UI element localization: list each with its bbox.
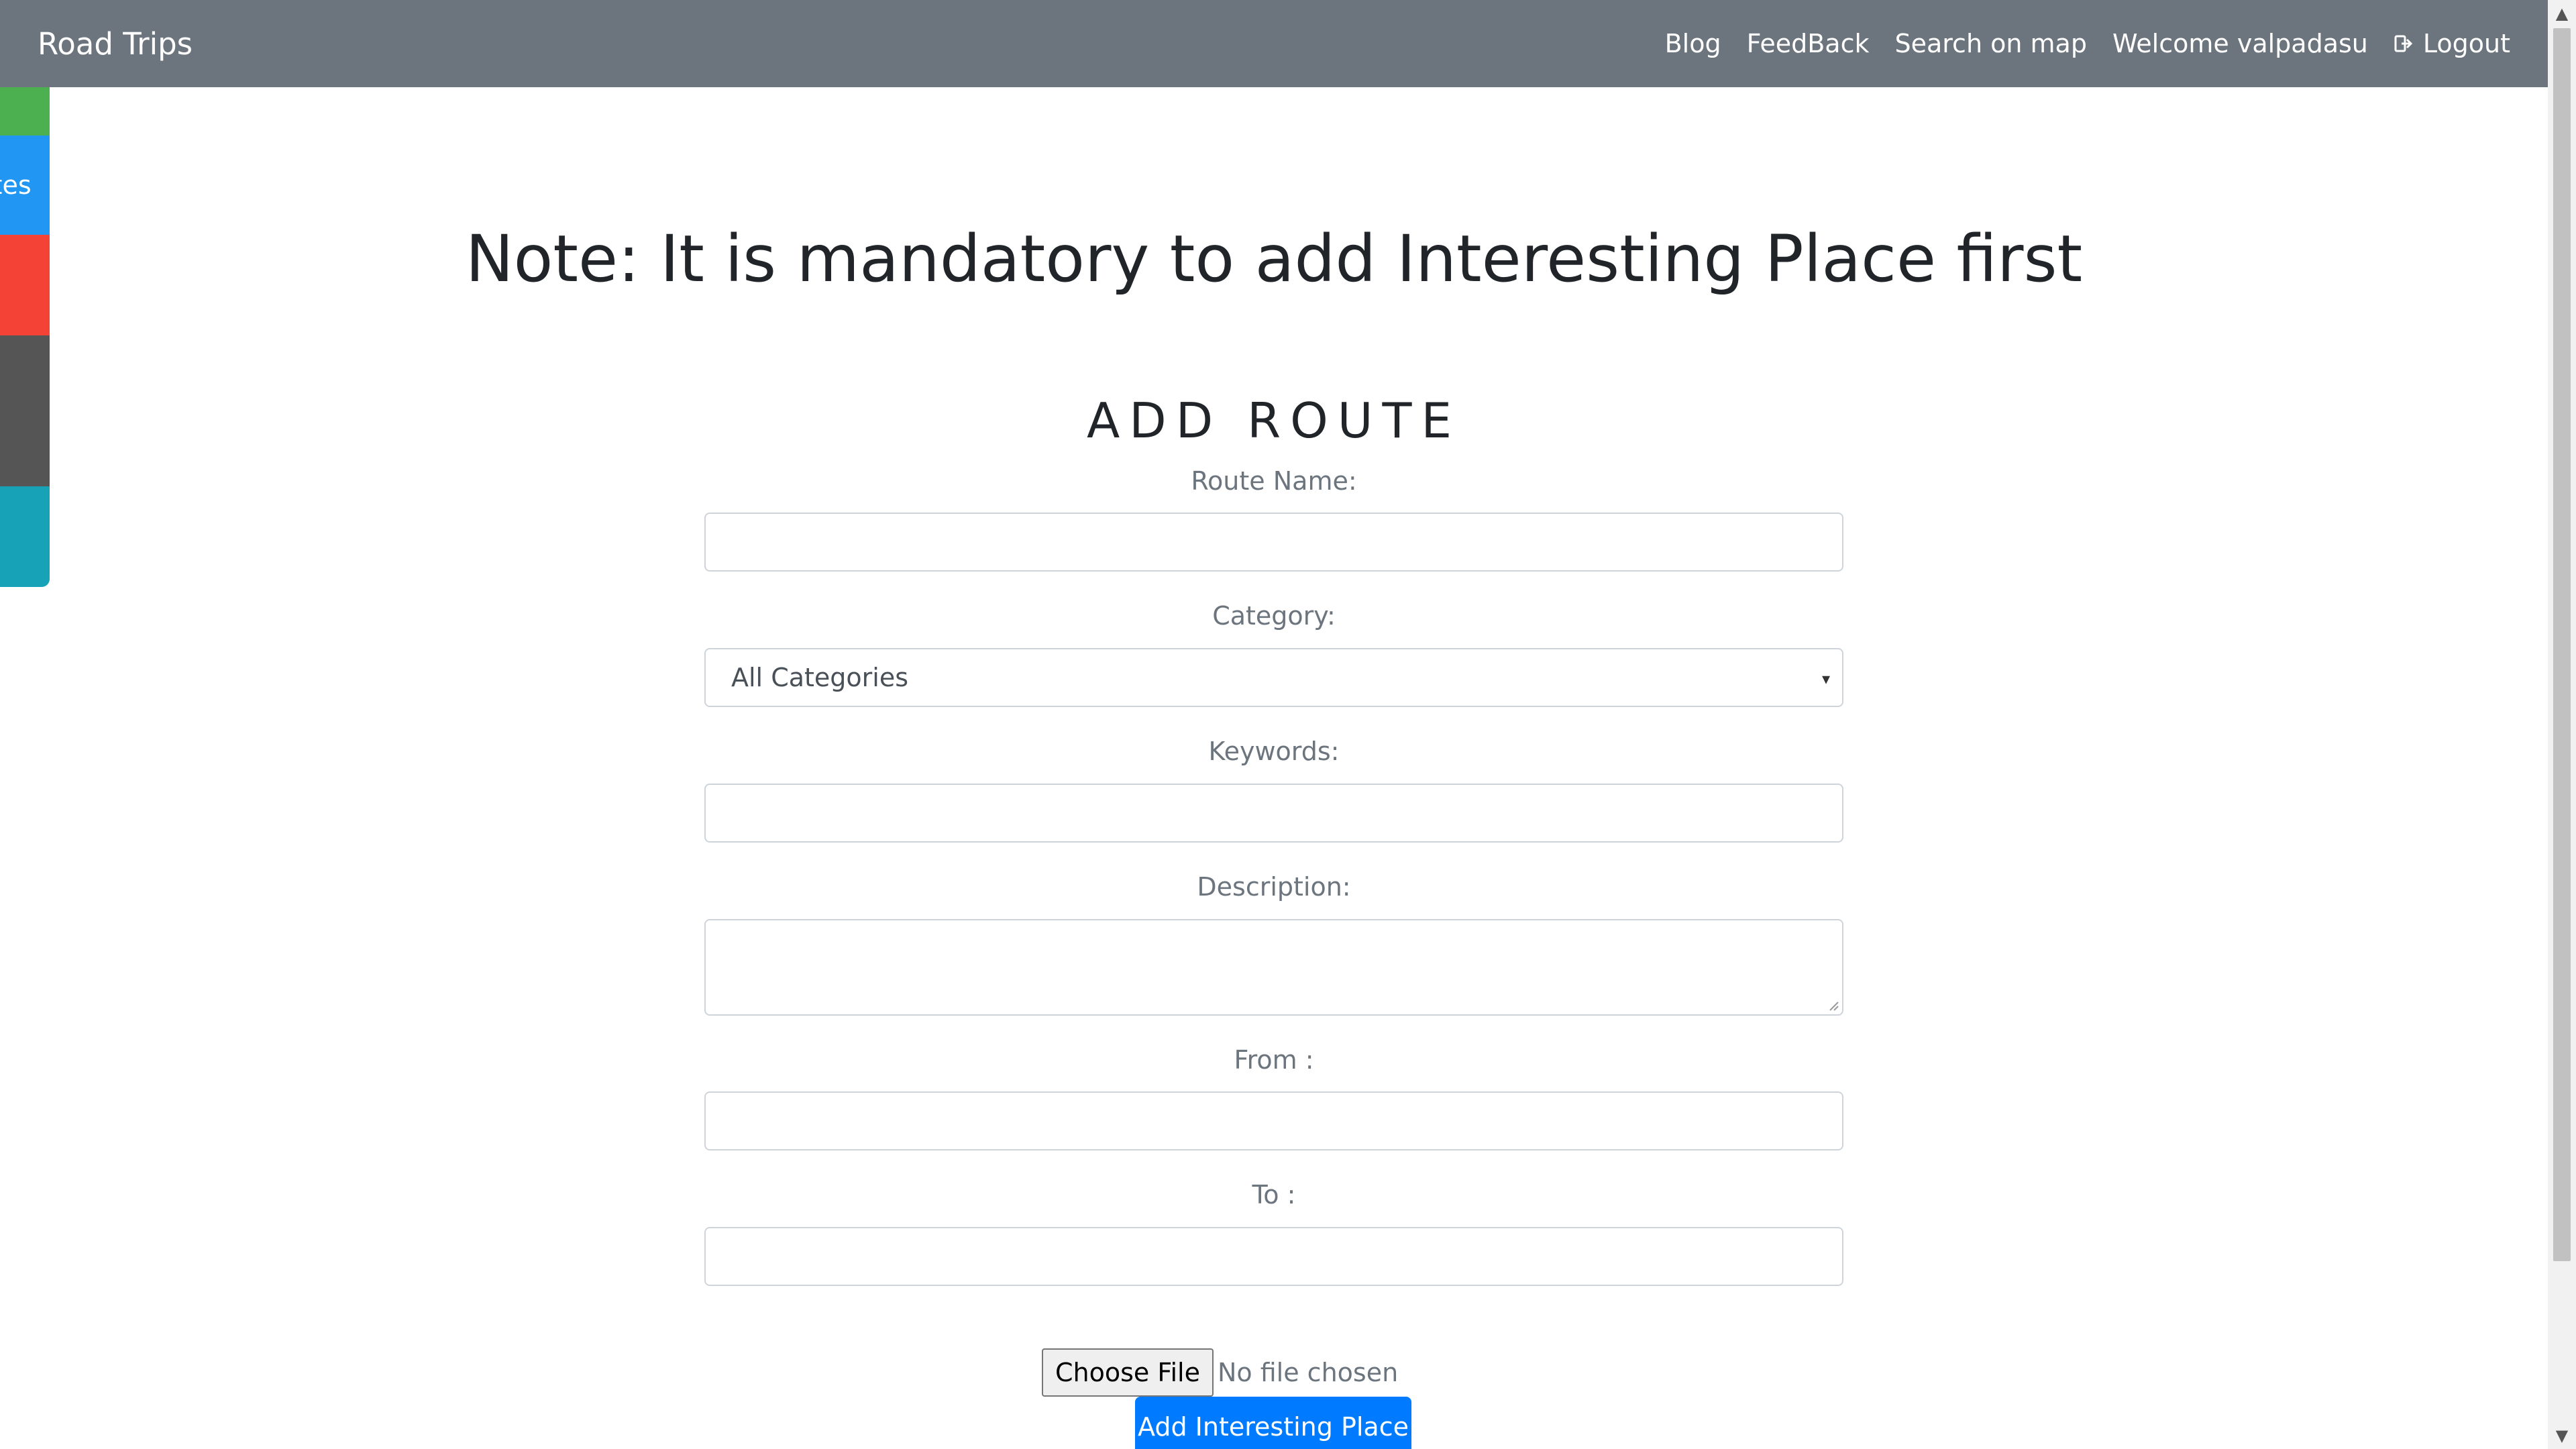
sidebar-tab-label: e [0, 97, 1, 126]
route-name-input[interactable] [704, 513, 1843, 572]
nav-links: Blog FeedBack Search on map Welcome valp… [1665, 29, 2510, 58]
sidebar-tab-2[interactable]: ites [0, 136, 50, 235]
nav-link-search-on-map[interactable]: Search on map [1894, 29, 2086, 58]
sidebar-tab-5[interactable]: s [0, 486, 50, 587]
logout-icon [2394, 35, 2413, 52]
mandatory-note: Note: It is mandatory to add Interesting… [465, 221, 2083, 297]
category-selected-value: All Categories [731, 663, 909, 692]
page: Road Trips Blog FeedBack Search on map W… [0, 0, 2576, 1449]
nav-link-logout[interactable]: Logout [2394, 29, 2510, 58]
to-input[interactable] [704, 1227, 1843, 1286]
file-status: No file chosen [1217, 1358, 1399, 1387]
category-label: Category: [1212, 601, 1336, 631]
nav-link-feedback[interactable]: FeedBack [1747, 29, 1870, 58]
description-label: Description: [1197, 872, 1351, 902]
resize-grip-icon[interactable] [1825, 997, 1839, 1012]
nav-link-blog[interactable]: Blog [1665, 29, 1721, 58]
to-label: To : [1252, 1180, 1296, 1210]
choose-file-button[interactable]: Choose File [1042, 1348, 1214, 1397]
from-label: From : [1234, 1045, 1314, 1075]
logout-label: Logout [2422, 29, 2510, 58]
caret-down-icon: ▾ [1821, 669, 1830, 688]
add-interesting-place-button[interactable]: Add Interesting Place [1135, 1397, 1411, 1449]
keywords-input[interactable] [704, 784, 1843, 843]
scrollbar-thumb[interactable] [2553, 28, 2571, 1261]
route-name-label: Route Name: [1191, 466, 1357, 496]
navbar: Road Trips Blog FeedBack Search on map W… [0, 0, 2548, 87]
sidebar-tab-label: ites [0, 170, 32, 200]
scroll-down-icon[interactable]: ▼ [2548, 1422, 2576, 1449]
keywords-label: Keywords: [1208, 737, 1340, 766]
scroll-up-icon[interactable]: ▲ [2548, 0, 2576, 27]
description-textarea[interactable] [704, 919, 1843, 1016]
sidebar-tab-1[interactable]: e [0, 87, 50, 136]
category-select[interactable]: All Categories ▾ [704, 648, 1843, 707]
form-title: ADD ROUTE [1087, 392, 1461, 449]
brand-link[interactable]: Road Trips [38, 26, 193, 62]
scrollbar[interactable]: ▲ ▼ [2548, 0, 2576, 1449]
file-upload: Choose File No file chosen [1042, 1348, 1398, 1397]
from-input[interactable] [704, 1091, 1843, 1150]
nav-link-welcome-user[interactable]: Welcome valpadasu [2112, 29, 2368, 58]
